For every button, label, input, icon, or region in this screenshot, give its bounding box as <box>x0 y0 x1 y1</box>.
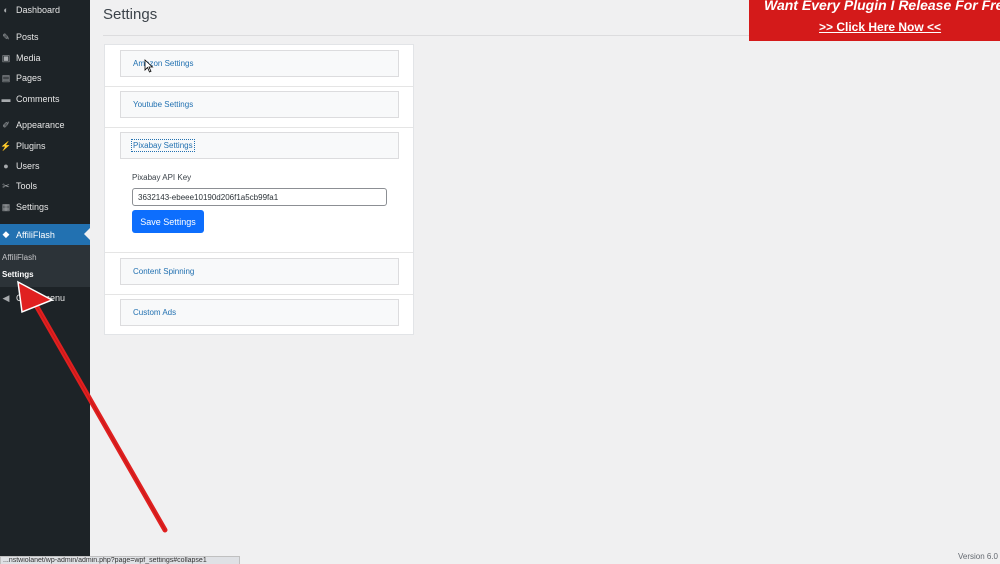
sidebar-item-dashboard[interactable]: ◐ Dashboard <box>0 0 90 20</box>
settings-panel: Amazon Settings Youtube Settings Pixabay… <box>104 44 414 335</box>
sidebar-item-label: Posts <box>16 32 39 42</box>
page-title: Settings <box>103 6 158 23</box>
accordion-amazon-settings[interactable]: Amazon Settings <box>120 50 399 77</box>
plugin-icon: ◆ <box>2 229 10 239</box>
sidebar-submenu: AffiliFlash Settings <box>0 245 90 287</box>
pin-icon: ✎ <box>2 31 10 42</box>
submenu-item-settings[interactable]: Settings <box>2 270 34 279</box>
accordion-title[interactable]: Amazon Settings <box>133 59 193 68</box>
accordion-youtube-settings[interactable]: Youtube Settings <box>120 91 399 118</box>
media-icon: ▣ <box>1 52 11 63</box>
save-settings-button[interactable]: Save Settings <box>132 210 204 233</box>
promo-banner[interactable]: Want Every Plugin I Release For Free >> … <box>749 0 1000 41</box>
wrench-icon: ✂ <box>2 180 10 191</box>
section-divider <box>105 86 413 87</box>
pixabay-api-key-input[interactable] <box>132 188 387 206</box>
section-divider <box>105 294 413 295</box>
sidebar-item-label: Settings <box>16 202 49 212</box>
admin-sidebar: ◐ Dashboard ✎ Posts ▣ Media ▤ Pages ▬ Co… <box>0 0 90 564</box>
user-icon: ● <box>3 161 9 171</box>
section-divider <box>105 127 413 128</box>
sidebar-item-label: Media <box>16 53 41 63</box>
pixabay-api-key-label: Pixabay API Key <box>132 173 192 182</box>
accordion-title[interactable]: Youtube Settings <box>133 100 193 109</box>
sidebar-item-label: Comments <box>16 94 60 104</box>
sidebar-item-label: Appearance <box>16 120 65 130</box>
accordion-title[interactable]: Custom Ads <box>133 308 176 317</box>
sidebar-item-label: Dashboard <box>16 5 61 15</box>
banner-headline: Want Every Plugin I Release For Free <box>764 0 1000 13</box>
brush-icon: ✐ <box>2 119 10 130</box>
sidebar-item-affiliflash[interactable]: ◆ AffiliFlash <box>0 224 90 245</box>
banner-cta-link[interactable]: >> Click Here Now << <box>819 20 941 34</box>
sidebar-item-label: Tools <box>16 181 38 191</box>
active-indicator <box>84 228 90 240</box>
accordion-content-spinning[interactable]: Content Spinning <box>120 258 399 285</box>
sidebar-item-appearance[interactable]: ✐ Appearance <box>0 115 90 135</box>
section-divider <box>105 252 413 253</box>
browser-status-bar: ...nstwiolanet/wp-admin/admin.php?page=w… <box>0 556 240 564</box>
accordion-title[interactable]: Content Spinning <box>133 267 194 276</box>
sidebar-item-comments[interactable]: ▬ Comments <box>0 89 90 109</box>
sidebar-item-label: AffiliFlash <box>16 229 55 240</box>
plug-icon: ⚡ <box>0 140 12 151</box>
pages-icon: ▤ <box>1 72 11 83</box>
collapse-icon: ◀ <box>2 292 10 303</box>
sidebar-item-posts[interactable]: ✎ Posts <box>0 27 90 47</box>
accordion-pixabay-settings[interactable]: Pixabay Settings <box>120 132 399 159</box>
sidebar-item-plugins[interactable]: ⚡ Plugins <box>0 136 90 156</box>
wp-version: Version 6.0 <box>957 552 998 561</box>
sidebar-item-settings[interactable]: ▦ Settings <box>0 197 90 217</box>
mouse-cursor-icon <box>144 59 154 73</box>
sidebar-item-media[interactable]: ▣ Media <box>0 48 90 68</box>
sidebar-item-pages[interactable]: ▤ Pages <box>0 68 90 88</box>
settings-icon: ▦ <box>1 201 11 212</box>
sidebar-item-label: Plugins <box>16 141 46 151</box>
sidebar-item-label: Pages <box>16 73 42 83</box>
submenu-item-affiliflash[interactable]: AffiliFlash <box>2 253 37 262</box>
sidebar-item-users[interactable]: ● Users <box>0 156 90 176</box>
accordion-title[interactable]: Pixabay Settings <box>131 139 195 152</box>
collapse-menu-label: C e menu <box>16 293 66 303</box>
sidebar-item-label: Users <box>16 161 40 171</box>
sidebar-item-tools[interactable]: ✂ Tools <box>0 176 90 196</box>
accordion-custom-ads[interactable]: Custom Ads <box>120 299 399 326</box>
collapse-menu-button[interactable]: ◀ C e menu <box>0 288 90 308</box>
gauge-icon: ◐ <box>3 5 9 15</box>
comment-icon: ▬ <box>1 94 11 104</box>
